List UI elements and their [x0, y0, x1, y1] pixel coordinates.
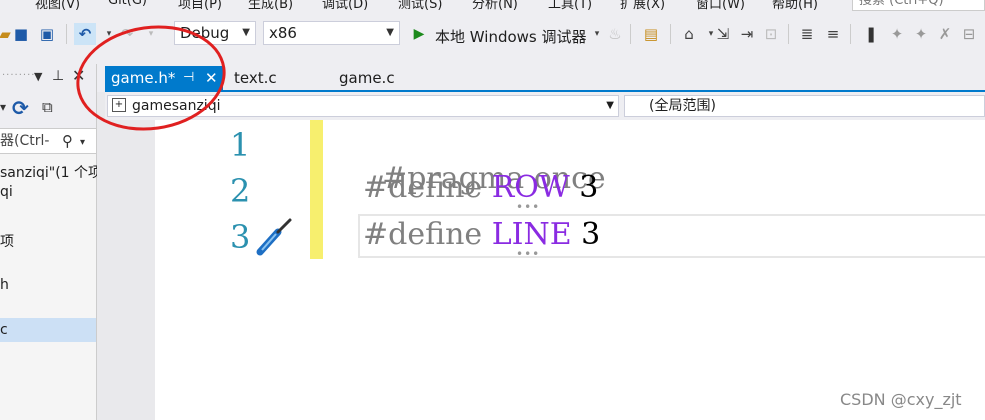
solution-search-input[interactable]: 器(Ctrl- ⚲ ▾: [0, 128, 96, 154]
line-number: 1: [230, 126, 251, 164]
platform-select[interactable]: x86 ▼: [263, 21, 400, 45]
code-line-3: #define LINE 3: [363, 217, 600, 252]
macro-value: 3: [571, 217, 601, 252]
save-icon[interactable]: ■: [10, 23, 32, 45]
solution-search-text: 器(Ctrl-: [0, 133, 50, 149]
quick-search-input[interactable]: 搜索 (Ctrl+Q): [852, 0, 985, 11]
find-in-files-icon[interactable]: ▤: [640, 23, 662, 45]
chevron-down-icon: ▼: [606, 100, 614, 111]
screwdriver-icon[interactable]: [252, 214, 296, 258]
toolbar-separator: [850, 24, 851, 44]
step-over-icon[interactable]: ⇥: [736, 23, 758, 45]
suggestion-dots-icon: •••: [516, 247, 541, 261]
menu-bar: 视图(V) Git(G) 项目(P) 生成(B) 调试(D) 测试(S) 分析(…: [0, 0, 985, 14]
menu-tools[interactable]: 工具(T): [548, 0, 592, 12]
preprocessor-directive: #define: [363, 170, 492, 205]
menu-test[interactable]: 测试(S): [398, 0, 442, 12]
clear-bookmarks-icon[interactable]: ✗: [934, 23, 956, 45]
uncomment-icon[interactable]: ≡: [822, 23, 844, 45]
preprocessor-directive: #define: [363, 217, 492, 252]
platform-value: x86: [269, 24, 297, 42]
toolbar-separator: [630, 24, 631, 44]
document-tabs: [97, 64, 985, 92]
line-number: 2: [230, 172, 251, 210]
menu-view[interactable]: 视图(V): [35, 0, 80, 12]
scope-dropdown[interactable]: (全局范围): [624, 95, 985, 117]
undo-icon[interactable]: ↶: [74, 23, 96, 45]
bookmark-folder-icon[interactable]: ⊟: [958, 23, 980, 45]
save-all-icon[interactable]: ▣: [36, 23, 58, 45]
chevron-down-icon: ▾: [80, 137, 86, 148]
code-line-2: #define ROW 3: [363, 170, 598, 205]
menu-git[interactable]: Git(G): [108, 0, 147, 8]
menu-extensions[interactable]: 扩展(X): [620, 0, 665, 12]
play-icon[interactable]: ▶: [408, 23, 430, 45]
tree-item-solution[interactable]: sanziqi"(1 个项: [0, 162, 102, 182]
toolbar-separator: [66, 24, 67, 44]
unsaved-changes-indicator: [310, 120, 323, 259]
hot-reload-icon[interactable]: ♨: [604, 23, 626, 45]
bookmark-icon[interactable]: ❚: [860, 23, 882, 45]
chevron-down-icon: ▼: [242, 27, 250, 38]
collapse-all-icon[interactable]: ⧉: [42, 98, 53, 116]
refresh-icon[interactable]: ⟳: [12, 96, 29, 120]
dropdown-icon[interactable]: ▾: [0, 100, 6, 114]
tree-item-source-file[interactable]: c: [0, 322, 8, 338]
suggestion-dots-icon: •••: [516, 200, 541, 214]
menu-project[interactable]: 项目(P): [178, 0, 222, 12]
pin-icon[interactable]: ⊥: [52, 68, 64, 84]
tree-item-selected-highlight: [0, 318, 96, 342]
menu-analyze[interactable]: 分析(N): [472, 0, 518, 12]
next-bookmark-icon[interactable]: ✦: [910, 23, 932, 45]
tab-text-c[interactable]: text.c: [234, 66, 277, 92]
prev-bookmark-icon[interactable]: ✦: [886, 23, 908, 45]
step-out-icon[interactable]: ⊡: [760, 23, 782, 45]
tab-game-c[interactable]: game.c: [339, 66, 395, 92]
menu-build[interactable]: 生成(B): [248, 0, 293, 12]
menu-help[interactable]: 帮助(H): [772, 0, 818, 12]
line-number: 3: [230, 218, 251, 256]
step-into-icon[interactable]: ⇲: [712, 23, 734, 45]
comment-icon[interactable]: ≣: [796, 23, 818, 45]
panel-menu-icon[interactable]: ▼: [34, 70, 42, 83]
chevron-down-icon: ▼: [386, 27, 394, 38]
macro-value: 3: [569, 170, 599, 205]
toolbar-separator: [670, 24, 671, 44]
menu-window[interactable]: 窗口(W): [696, 0, 745, 12]
tree-item-project[interactable]: qi: [0, 184, 13, 200]
scope-name: (全局范围): [649, 98, 716, 114]
search-icon: ⚲: [62, 132, 73, 150]
menu-debug[interactable]: 调试(D): [322, 0, 368, 12]
watermark: CSDN @cxy_zjt: [840, 390, 962, 409]
toolbar-separator: [788, 24, 789, 44]
home-icon[interactable]: ⌂: [678, 23, 700, 45]
start-debugger-button[interactable]: 本地 Windows 调试器: [435, 26, 587, 47]
tree-item-header-file[interactable]: h: [0, 277, 9, 293]
tree-item-folder[interactable]: 项: [0, 231, 14, 251]
